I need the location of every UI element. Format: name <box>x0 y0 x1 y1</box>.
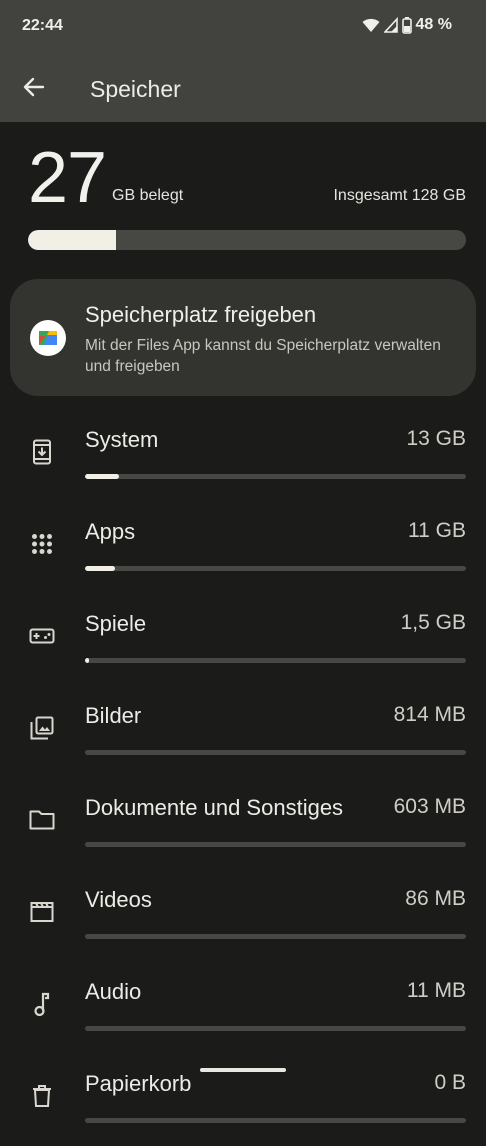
category-usage-bar <box>85 658 466 663</box>
music-note-icon <box>28 990 56 1018</box>
category-label: Spiele <box>85 611 147 636</box>
card-description: Mit der Files App kannst du Speicherplat… <box>85 337 441 375</box>
wifi-icon <box>362 17 380 33</box>
apps-grid-icon <box>28 530 56 558</box>
category-row-images[interactable]: Bilder 814 MB <box>0 686 486 778</box>
category-label: Dokumente und Sonstiges <box>85 795 344 820</box>
category-size: 0 B <box>434 1071 466 1094</box>
movie-icon <box>28 898 56 926</box>
category-usage-bar <box>85 750 466 755</box>
used-storage-number: 27 <box>28 138 107 218</box>
category-row-audio[interactable]: Audio 11 MB <box>0 962 486 1054</box>
gamepad-icon <box>28 622 56 650</box>
category-usage-bar <box>85 1118 466 1123</box>
category-row-documents[interactable]: Dokumente und Sonstiges 603 MB <box>0 778 486 870</box>
photo-library-icon <box>28 714 56 742</box>
category-label: Apps <box>85 519 136 544</box>
category-label: Bilder <box>85 703 142 728</box>
category-size: 11 MB <box>406 979 466 1002</box>
gesture-navigation-handle[interactable] <box>200 1068 286 1072</box>
storage-usage-bar <box>28 230 466 250</box>
category-row-system[interactable]: System 13 GB <box>0 410 486 502</box>
category-size: 814 MB <box>393 703 466 726</box>
battery-icon <box>401 16 412 34</box>
trash-icon <box>28 1082 56 1110</box>
category-row-apps[interactable]: Apps 11 GB <box>0 502 486 594</box>
page-title: Speicher <box>90 76 181 102</box>
category-usage-bar <box>85 842 466 847</box>
category-label: System <box>85 427 159 452</box>
storage-categories-list: System 13 GB Apps 11 GB Spiele 1,5 GB Bi… <box>0 410 486 1146</box>
category-usage-bar <box>85 934 466 939</box>
signal-icon <box>383 17 398 33</box>
storage-usage-bar-fill <box>28 230 116 250</box>
arrow-back-icon <box>23 77 45 102</box>
category-usage-bar-fill <box>85 566 116 571</box>
app-bar: Speicher <box>0 56 486 122</box>
system-update-icon <box>28 438 56 466</box>
status-icons: 48 % <box>362 16 452 34</box>
category-usage-bar-fill <box>85 658 89 663</box>
category-label: Audio <box>85 979 142 1004</box>
folder-icon <box>28 806 56 834</box>
card-title: Speicherplatz freigeben <box>85 302 317 327</box>
back-button[interactable] <box>16 71 52 107</box>
category-label: Videos <box>85 887 152 912</box>
category-size: 13 GB <box>406 427 466 450</box>
files-app-icon <box>30 320 66 356</box>
category-row-videos[interactable]: Videos 86 MB <box>0 870 486 962</box>
total-storage-label: Insgesamt 128 GB <box>333 187 466 204</box>
battery-percent: 48 % <box>415 16 452 33</box>
category-size: 1,5 GB <box>400 611 466 634</box>
category-row-games[interactable]: Spiele 1,5 GB <box>0 594 486 686</box>
used-storage-unit: GB belegt <box>112 187 184 204</box>
category-usage-bar <box>85 566 466 571</box>
status-bar: 22:44 48 % <box>0 0 486 56</box>
category-usage-bar <box>85 1026 466 1031</box>
category-usage-bar-fill <box>85 474 120 479</box>
free-up-space-card[interactable]: Speicherplatz freigeben Mit der Files Ap… <box>10 279 476 396</box>
category-size: 603 MB <box>393 795 466 818</box>
category-size: 86 MB <box>405 887 466 910</box>
category-size: 11 GB <box>408 519 466 542</box>
category-usage-bar <box>85 474 466 479</box>
category-label: Papierkorb <box>85 1071 192 1096</box>
status-time: 22:44 <box>22 17 63 34</box>
